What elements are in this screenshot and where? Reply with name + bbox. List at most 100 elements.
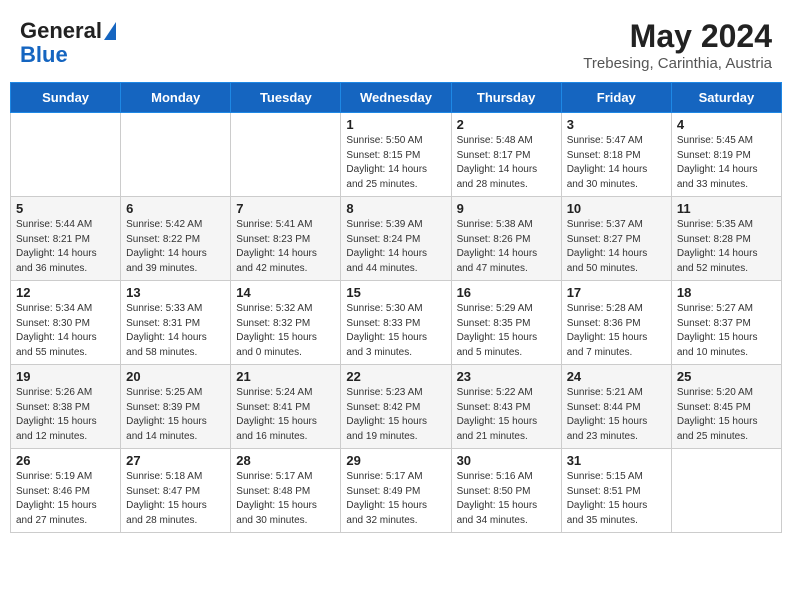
calendar-week-row: 26Sunrise: 5:19 AM Sunset: 8:46 PM Dayli… — [11, 449, 782, 533]
calendar-cell: 6 Sunrise: 5:42 AM Sunset: 8:22 PM Daylig… — [121, 197, 231, 281]
calendar-cell: 17Sunrise: 5:28 AM Sunset: 8:36 PM Dayli… — [561, 281, 671, 365]
cell-sun-info: Sunrise: 5:48 AM Sunset: 8:17 PM Dayligh… — [457, 134, 556, 192]
day-number: 16 — [457, 285, 556, 300]
day-number: 11 — [677, 201, 776, 216]
cell-sun-info: Sunrise: 5:16 AM Sunset: 8:50 PM Dayligh… — [457, 470, 556, 528]
calendar-cell: 15Sunrise: 5:30 AM Sunset: 8:33 PM Dayli… — [341, 281, 451, 365]
cell-sun-info: Sunrise: 5:38 AM Sunset: 8:26 PM Dayligh… — [457, 218, 556, 276]
calendar-week-row: 5 Sunrise: 5:44 AM Sunset: 8:21 PM Daylig… — [11, 197, 782, 281]
cell-sun-info: Sunrise: 5:29 AM Sunset: 8:35 PM Dayligh… — [457, 302, 556, 360]
calendar-cell: 3 Sunrise: 5:47 AM Sunset: 8:18 PM Daylig… — [561, 113, 671, 197]
calendar-table: SundayMondayTuesdayWednesdayThursdayFrid… — [10, 82, 782, 533]
calendar-cell: 22 Sunrise: 5:23 AM Sunset: 8:42 PM Dayli… — [341, 365, 451, 449]
day-header-saturday: Saturday — [671, 83, 781, 113]
calendar-cell: 1 Sunrise: 5:50 AM Sunset: 8:15 PM Daylig… — [341, 113, 451, 197]
calendar-week-row: 19 Sunrise: 5:26 AM Sunset: 8:38 PM Dayli… — [11, 365, 782, 449]
calendar-cell: 7 Sunrise: 5:41 AM Sunset: 8:23 PM Daylig… — [231, 197, 341, 281]
day-header-friday: Friday — [561, 83, 671, 113]
day-number: 14 — [236, 285, 335, 300]
day-number: 13 — [126, 285, 225, 300]
day-number: 24 — [567, 369, 666, 384]
page-header: General Blue May 2024 Trebesing, Carinth… — [10, 10, 782, 78]
cell-sun-info: Sunrise: 5:47 AM Sunset: 8:18 PM Dayligh… — [567, 134, 666, 192]
day-number: 18 — [677, 285, 776, 300]
logo-general: General — [20, 18, 102, 44]
day-number: 25 — [677, 369, 776, 384]
cell-sun-info: Sunrise: 5:26 AM Sunset: 8:38 PM Dayligh… — [16, 386, 115, 444]
calendar-cell: 21 Sunrise: 5:24 AM Sunset: 8:41 PM Dayli… — [231, 365, 341, 449]
cell-sun-info: Sunrise: 5:32 AM Sunset: 8:32 PM Dayligh… — [236, 302, 335, 360]
day-number: 15 — [346, 285, 445, 300]
calendar-cell: 13 Sunrise: 5:33 AM Sunset: 8:31 PM Dayli… — [121, 281, 231, 365]
calendar-cell: 14 Sunrise: 5:32 AM Sunset: 8:32 PM Dayli… — [231, 281, 341, 365]
cell-sun-info: Sunrise: 5:45 AM Sunset: 8:19 PM Dayligh… — [677, 134, 776, 192]
logo-blue: Blue — [20, 44, 68, 66]
day-number: 2 — [457, 117, 556, 132]
day-number: 6 — [126, 201, 225, 216]
calendar-cell: 16 Sunrise: 5:29 AM Sunset: 8:35 PM Dayli… — [451, 281, 561, 365]
calendar-cell: 23Sunrise: 5:22 AM Sunset: 8:43 PM Dayli… — [451, 365, 561, 449]
day-number: 17 — [567, 285, 666, 300]
calendar-cell: 27 Sunrise: 5:18 AM Sunset: 8:47 PM Dayli… — [121, 449, 231, 533]
calendar-cell: 5 Sunrise: 5:44 AM Sunset: 8:21 PM Daylig… — [11, 197, 121, 281]
cell-sun-info: Sunrise: 5:33 AM Sunset: 8:31 PM Dayligh… — [126, 302, 225, 360]
calendar-cell — [231, 113, 341, 197]
cell-sun-info: Sunrise: 5:19 AM Sunset: 8:46 PM Dayligh… — [16, 470, 115, 528]
cell-sun-info: Sunrise: 5:17 AM Sunset: 8:48 PM Dayligh… — [236, 470, 335, 528]
cell-sun-info: Sunrise: 5:15 AM Sunset: 8:51 PM Dayligh… — [567, 470, 666, 528]
month-year-title: May 2024 — [583, 18, 772, 55]
title-block: May 2024 Trebesing, Carinthia, Austria — [583, 18, 772, 72]
calendar-cell: 2 Sunrise: 5:48 AM Sunset: 8:17 PM Daylig… — [451, 113, 561, 197]
cell-sun-info: Sunrise: 5:41 AM Sunset: 8:23 PM Dayligh… — [236, 218, 335, 276]
calendar-header-row: SundayMondayTuesdayWednesdayThursdayFrid… — [11, 83, 782, 113]
calendar-cell: 24 Sunrise: 5:21 AM Sunset: 8:44 PM Dayli… — [561, 365, 671, 449]
cell-sun-info: Sunrise: 5:44 AM Sunset: 8:21 PM Dayligh… — [16, 218, 115, 276]
day-number: 10 — [567, 201, 666, 216]
day-header-wednesday: Wednesday — [341, 83, 451, 113]
calendar-week-row: 12 Sunrise: 5:34 AM Sunset: 8:30 PM Dayli… — [11, 281, 782, 365]
day-header-sunday: Sunday — [11, 83, 121, 113]
day-number: 12 — [16, 285, 115, 300]
day-number: 31 — [567, 453, 666, 468]
calendar-week-row: 1 Sunrise: 5:50 AM Sunset: 8:15 PM Daylig… — [11, 113, 782, 197]
calendar-cell: 29Sunrise: 5:17 AM Sunset: 8:49 PM Dayli… — [341, 449, 451, 533]
cell-sun-info: Sunrise: 5:24 AM Sunset: 8:41 PM Dayligh… — [236, 386, 335, 444]
cell-sun-info: Sunrise: 5:27 AM Sunset: 8:37 PM Dayligh… — [677, 302, 776, 360]
day-number: 1 — [346, 117, 445, 132]
cell-sun-info: Sunrise: 5:17 AM Sunset: 8:49 PM Dayligh… — [346, 470, 445, 528]
calendar-cell: 25 Sunrise: 5:20 AM Sunset: 8:45 PM Dayli… — [671, 365, 781, 449]
cell-sun-info: Sunrise: 5:23 AM Sunset: 8:42 PM Dayligh… — [346, 386, 445, 444]
cell-sun-info: Sunrise: 5:50 AM Sunset: 8:15 PM Dayligh… — [346, 134, 445, 192]
day-number: 3 — [567, 117, 666, 132]
cell-sun-info: Sunrise: 5:37 AM Sunset: 8:27 PM Dayligh… — [567, 218, 666, 276]
cell-sun-info: Sunrise: 5:34 AM Sunset: 8:30 PM Dayligh… — [16, 302, 115, 360]
cell-sun-info: Sunrise: 5:22 AM Sunset: 8:43 PM Dayligh… — [457, 386, 556, 444]
cell-sun-info: Sunrise: 5:20 AM Sunset: 8:45 PM Dayligh… — [677, 386, 776, 444]
day-number: 7 — [236, 201, 335, 216]
cell-sun-info: Sunrise: 5:25 AM Sunset: 8:39 PM Dayligh… — [126, 386, 225, 444]
calendar-cell: 12 Sunrise: 5:34 AM Sunset: 8:30 PM Dayli… — [11, 281, 121, 365]
day-number: 5 — [16, 201, 115, 216]
cell-sun-info: Sunrise: 5:42 AM Sunset: 8:22 PM Dayligh… — [126, 218, 225, 276]
day-number: 30 — [457, 453, 556, 468]
calendar-cell: 9Sunrise: 5:38 AM Sunset: 8:26 PM Daylig… — [451, 197, 561, 281]
day-number: 21 — [236, 369, 335, 384]
logo: General Blue — [20, 18, 116, 66]
day-number: 22 — [346, 369, 445, 384]
day-number: 19 — [16, 369, 115, 384]
calendar-cell: 10 Sunrise: 5:37 AM Sunset: 8:27 PM Dayli… — [561, 197, 671, 281]
day-header-thursday: Thursday — [451, 83, 561, 113]
calendar-cell: 31 Sunrise: 5:15 AM Sunset: 8:51 PM Dayli… — [561, 449, 671, 533]
day-number: 8 — [346, 201, 445, 216]
cell-sun-info: Sunrise: 5:21 AM Sunset: 8:44 PM Dayligh… — [567, 386, 666, 444]
cell-sun-info: Sunrise: 5:18 AM Sunset: 8:47 PM Dayligh… — [126, 470, 225, 528]
calendar-cell — [121, 113, 231, 197]
day-header-tuesday: Tuesday — [231, 83, 341, 113]
day-number: 27 — [126, 453, 225, 468]
calendar-cell: 11 Sunrise: 5:35 AM Sunset: 8:28 PM Dayli… — [671, 197, 781, 281]
cell-sun-info: Sunrise: 5:39 AM Sunset: 8:24 PM Dayligh… — [346, 218, 445, 276]
day-header-monday: Monday — [121, 83, 231, 113]
cell-sun-info: Sunrise: 5:35 AM Sunset: 8:28 PM Dayligh… — [677, 218, 776, 276]
calendar-cell: 18 Sunrise: 5:27 AM Sunset: 8:37 PM Dayli… — [671, 281, 781, 365]
calendar-cell — [11, 113, 121, 197]
